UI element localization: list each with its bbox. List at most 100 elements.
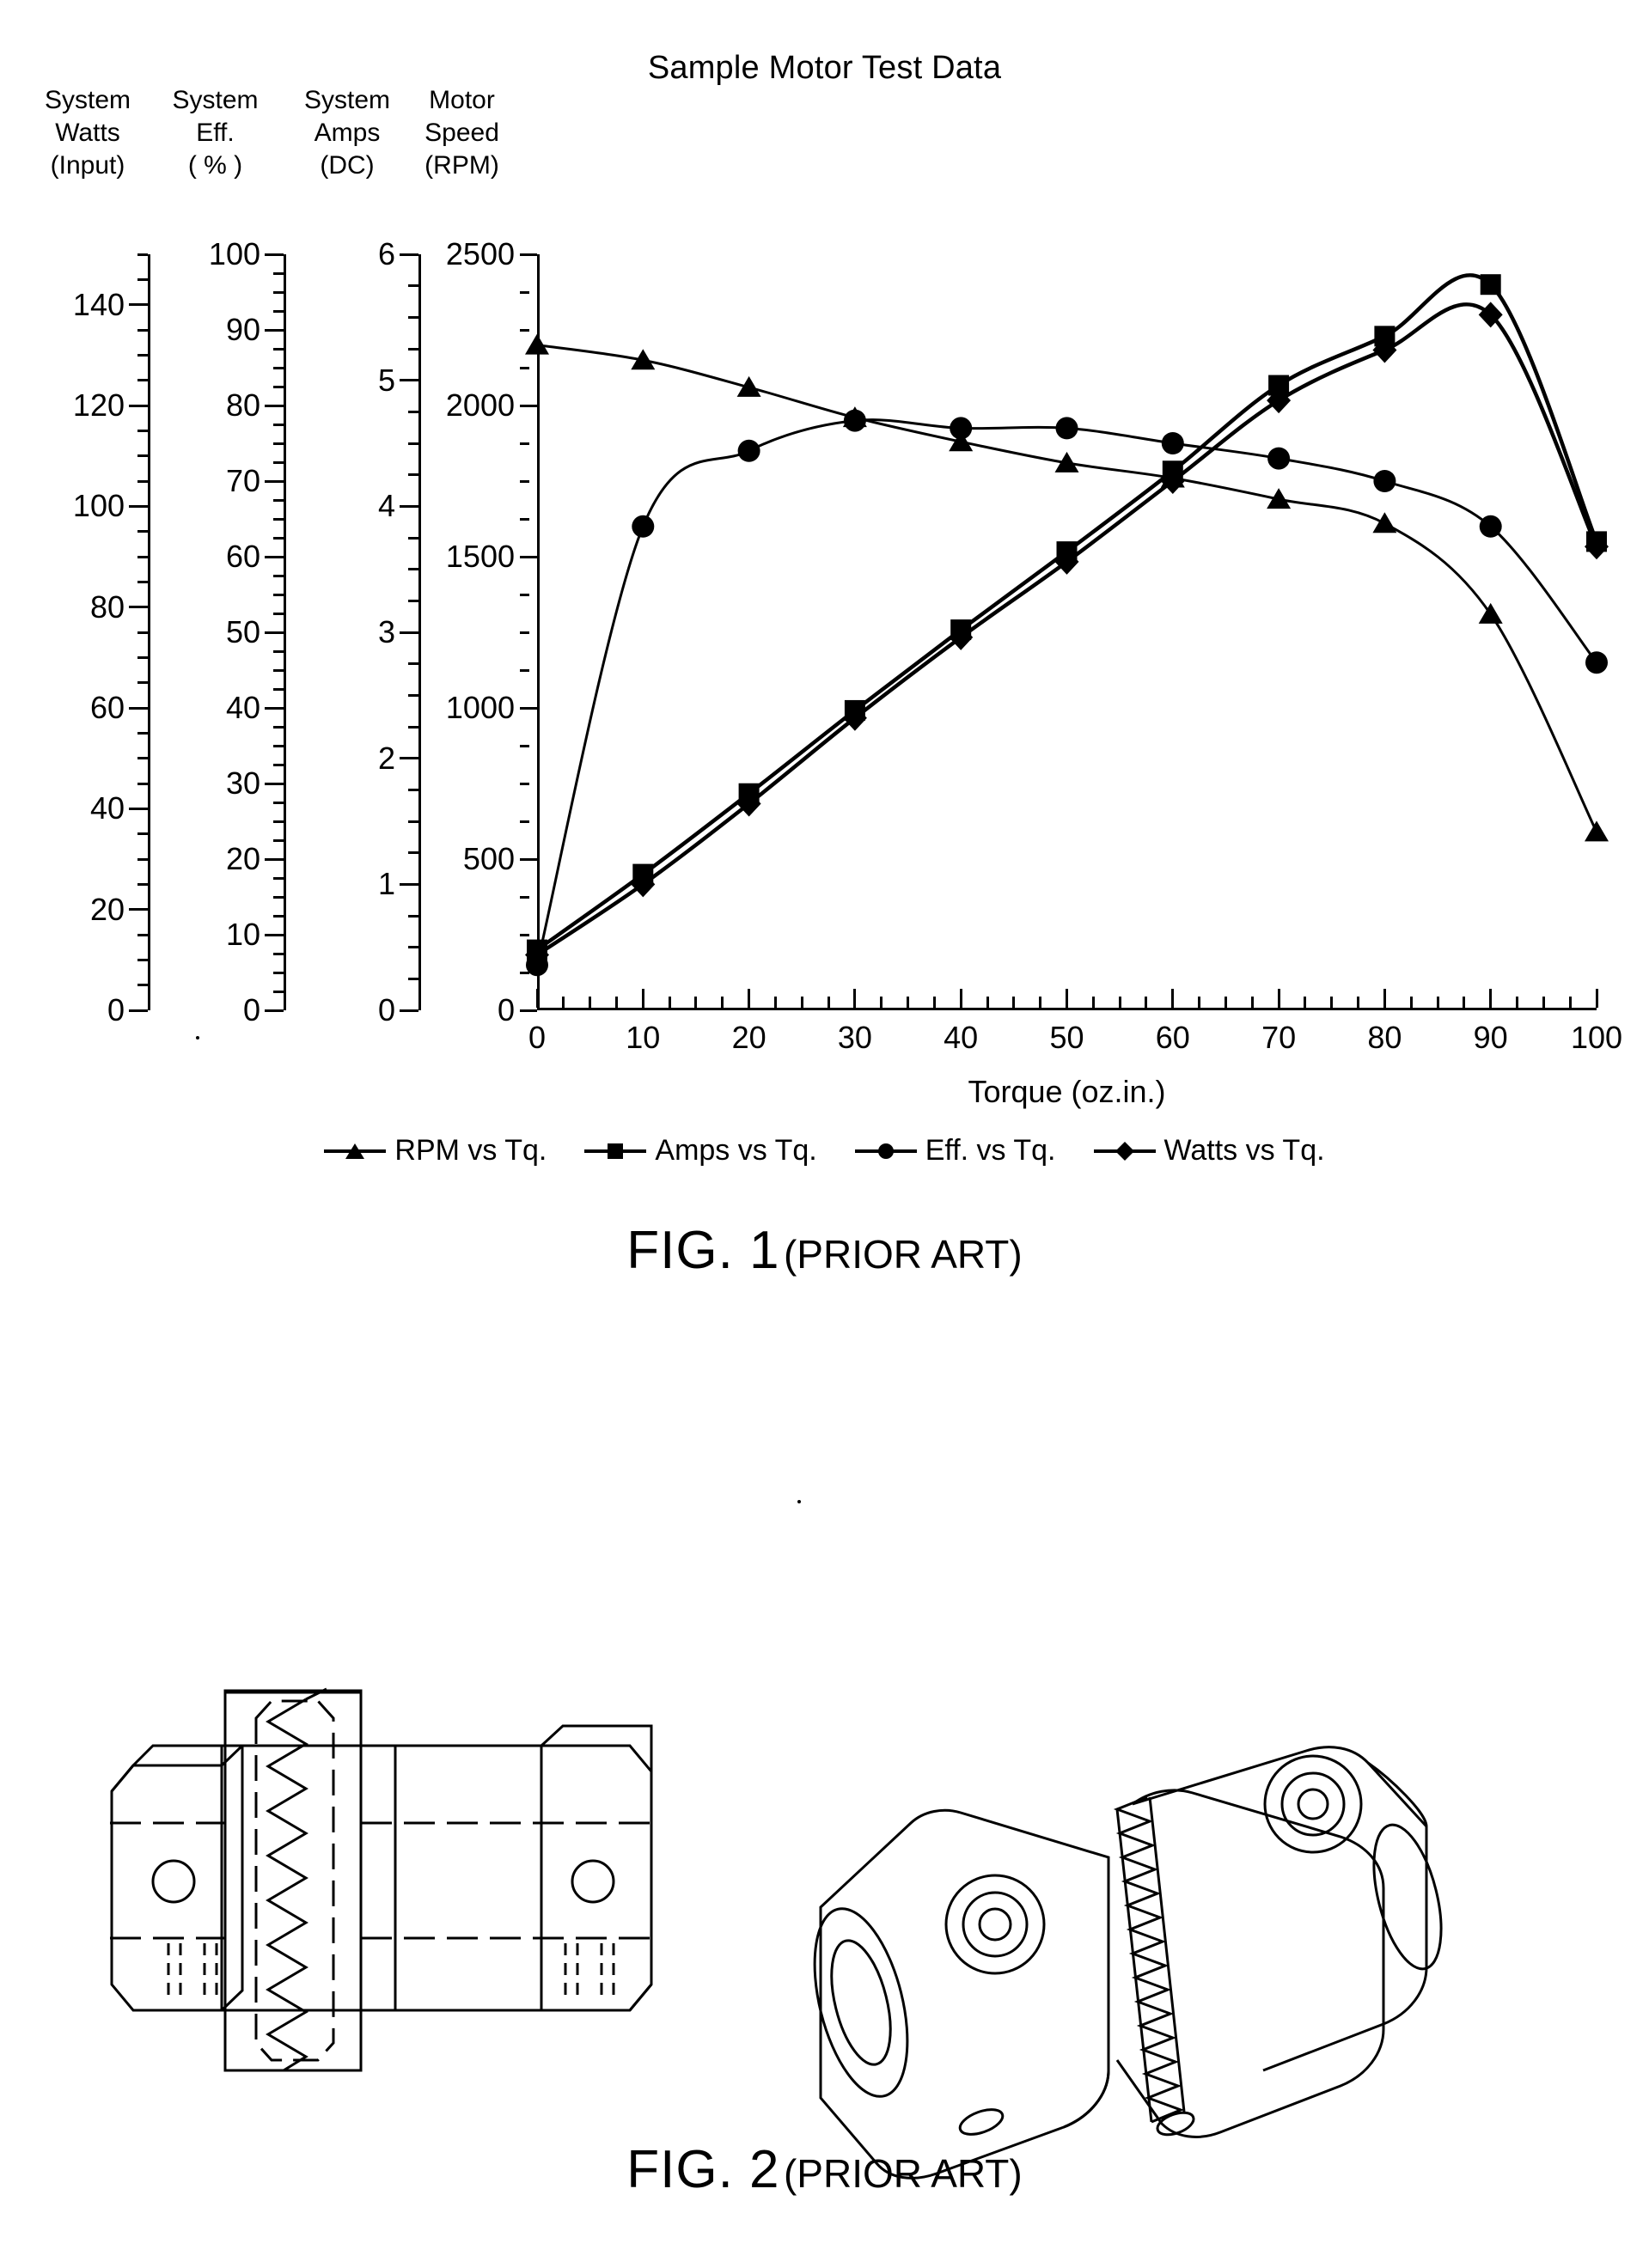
series-line [535, 418, 1598, 966]
torque-axis-tick-label: 60 [1155, 1020, 1190, 1055]
axis-tick-label: 10 [225, 917, 260, 952]
axis-minor-tick [273, 820, 284, 823]
axis-major-tick [265, 933, 284, 936]
axis-major-tick [265, 1009, 284, 1012]
axis-tick-label: 40 [225, 690, 260, 725]
axis-minor-tick [273, 952, 284, 955]
figure-1-number: FIG. 1 [626, 1221, 780, 1280]
rpm-axis-minor-tick [520, 290, 529, 294]
torque-axis-minor-tick [1304, 997, 1307, 1008]
x-axis-title: Torque (oz.in.) [968, 1074, 1166, 1109]
axis-ruler-system-watts: 0 20 40 60 80 100 120 140 [73, 253, 150, 1026]
rpm-axis-major-tick [520, 1009, 537, 1012]
figure-2-note: (PRIOR ART) [783, 2151, 1023, 2196]
torque-axis-major-tick [641, 989, 644, 1008]
axis-tick-label: 6 [377, 236, 395, 271]
axis-ruler-system-amps: 0 1 2 3 4 5 6 [378, 239, 421, 1026]
axis-header-line3: (RPM) [424, 151, 499, 180]
rpm-axis-minor-tick [520, 442, 529, 445]
axis-spine [148, 254, 150, 1010]
circle-data-marker [1479, 515, 1502, 538]
axis-minor-tick [137, 757, 148, 760]
torque-axis-minor-tick [1330, 997, 1334, 1008]
axis-tick-label: 90 [225, 312, 260, 347]
axis-major-tick [400, 379, 418, 382]
circle-data-marker [843, 409, 866, 432]
circle-data-marker [1267, 447, 1291, 470]
axis-minor-tick [273, 442, 284, 445]
axis-minor-tick [137, 832, 148, 836]
axis-minor-tick [408, 977, 418, 980]
axis-major-tick [265, 782, 284, 785]
diamond-marker-icon [1093, 1140, 1156, 1162]
axis-major-tick [129, 606, 148, 609]
axis-minor-tick [273, 744, 284, 747]
axis-tick-label: 60 [225, 539, 260, 574]
torque-axis-major-tick [1066, 989, 1068, 1008]
axis-minor-tick [273, 385, 284, 388]
circle-data-marker [632, 515, 655, 538]
torque-axis-tick-label: 90 [1473, 1020, 1508, 1055]
axis-minor-tick [408, 725, 418, 729]
axis-minor-tick [273, 763, 284, 766]
axis-tick-label: 80 [225, 387, 260, 423]
series-line [535, 302, 1599, 957]
square-marker-icon [584, 1140, 647, 1162]
torque-axis-minor-tick [1568, 997, 1572, 1008]
axis-minor-tick [408, 946, 418, 949]
torque-axis-tick-label: 70 [1261, 1020, 1297, 1055]
axis-minor-tick [137, 580, 148, 583]
axis-major-tick [400, 1009, 418, 1012]
axis-minor-tick [408, 914, 418, 918]
axis-tick-label: 0 [107, 992, 125, 1027]
square-data-marker [1480, 274, 1501, 296]
axis-tick-label: 60 [89, 690, 125, 725]
torque-axis-tick-label: 20 [731, 1020, 766, 1055]
axis-minor-tick [137, 253, 148, 256]
torque-axis-minor-tick [907, 997, 910, 1008]
torque-axis-minor-tick [1409, 997, 1413, 1008]
axis-tick-label: 4 [377, 488, 395, 524]
axis-major-tick [400, 757, 418, 760]
rpm-axis-minor-tick [520, 933, 529, 936]
circle-data-marker [1161, 432, 1184, 454]
series-diamond [525, 302, 1609, 968]
torque-axis-minor-tick [721, 997, 724, 1008]
axis-minor-tick [408, 820, 418, 823]
legend-item-amps: Amps vs Tq. [584, 1134, 817, 1168]
axis-major-tick [400, 631, 418, 634]
torque-axis-minor-tick [1039, 997, 1042, 1008]
series-circle [526, 409, 1608, 977]
torque-axis-minor-tick [1436, 997, 1439, 1008]
series-line [535, 273, 1599, 952]
axis-minor-tick [273, 914, 284, 918]
axis-tick-label: 50 [225, 614, 260, 649]
circle-data-marker [1055, 417, 1078, 440]
axis-minor-tick [408, 851, 418, 855]
torque-axis-tick-label: 80 [1367, 1020, 1402, 1055]
rpm-axis-tick-label: 2500 [445, 236, 515, 271]
axis-tick-label: 70 [225, 463, 260, 498]
rpm-axis-tick-label: 2000 [445, 387, 515, 423]
chart-title: Sample Motor Test Data [647, 50, 1002, 86]
axis-major-tick [129, 706, 148, 710]
axis-minor-tick [273, 668, 284, 672]
torque-axis-minor-tick [1091, 997, 1095, 1008]
axis-minor-tick [408, 536, 418, 540]
rpm-axis-tick-label: 1500 [445, 539, 515, 574]
legend-label: Eff. vs Tq. [925, 1134, 1056, 1167]
axis-major-tick [265, 555, 284, 558]
axis-minor-tick [137, 782, 148, 785]
rpm-axis-minor-tick [520, 971, 529, 974]
torque-axis-major-tick [1277, 989, 1280, 1008]
torque-axis-minor-tick [1250, 997, 1254, 1008]
torque-axis-major-tick [748, 989, 751, 1008]
axis-minor-tick [137, 631, 148, 634]
rpm-axis-tick-label: 0 [497, 992, 515, 1027]
axis-minor-tick [273, 460, 284, 464]
legend-item-rpm: RPM vs Tq. [324, 1134, 547, 1168]
axis-minor-tick [273, 290, 284, 294]
axis-header-line3: (Input) [50, 151, 125, 180]
torque-axis-minor-tick [668, 997, 671, 1008]
torque-axis-tick-label: 100 [1570, 1020, 1623, 1055]
